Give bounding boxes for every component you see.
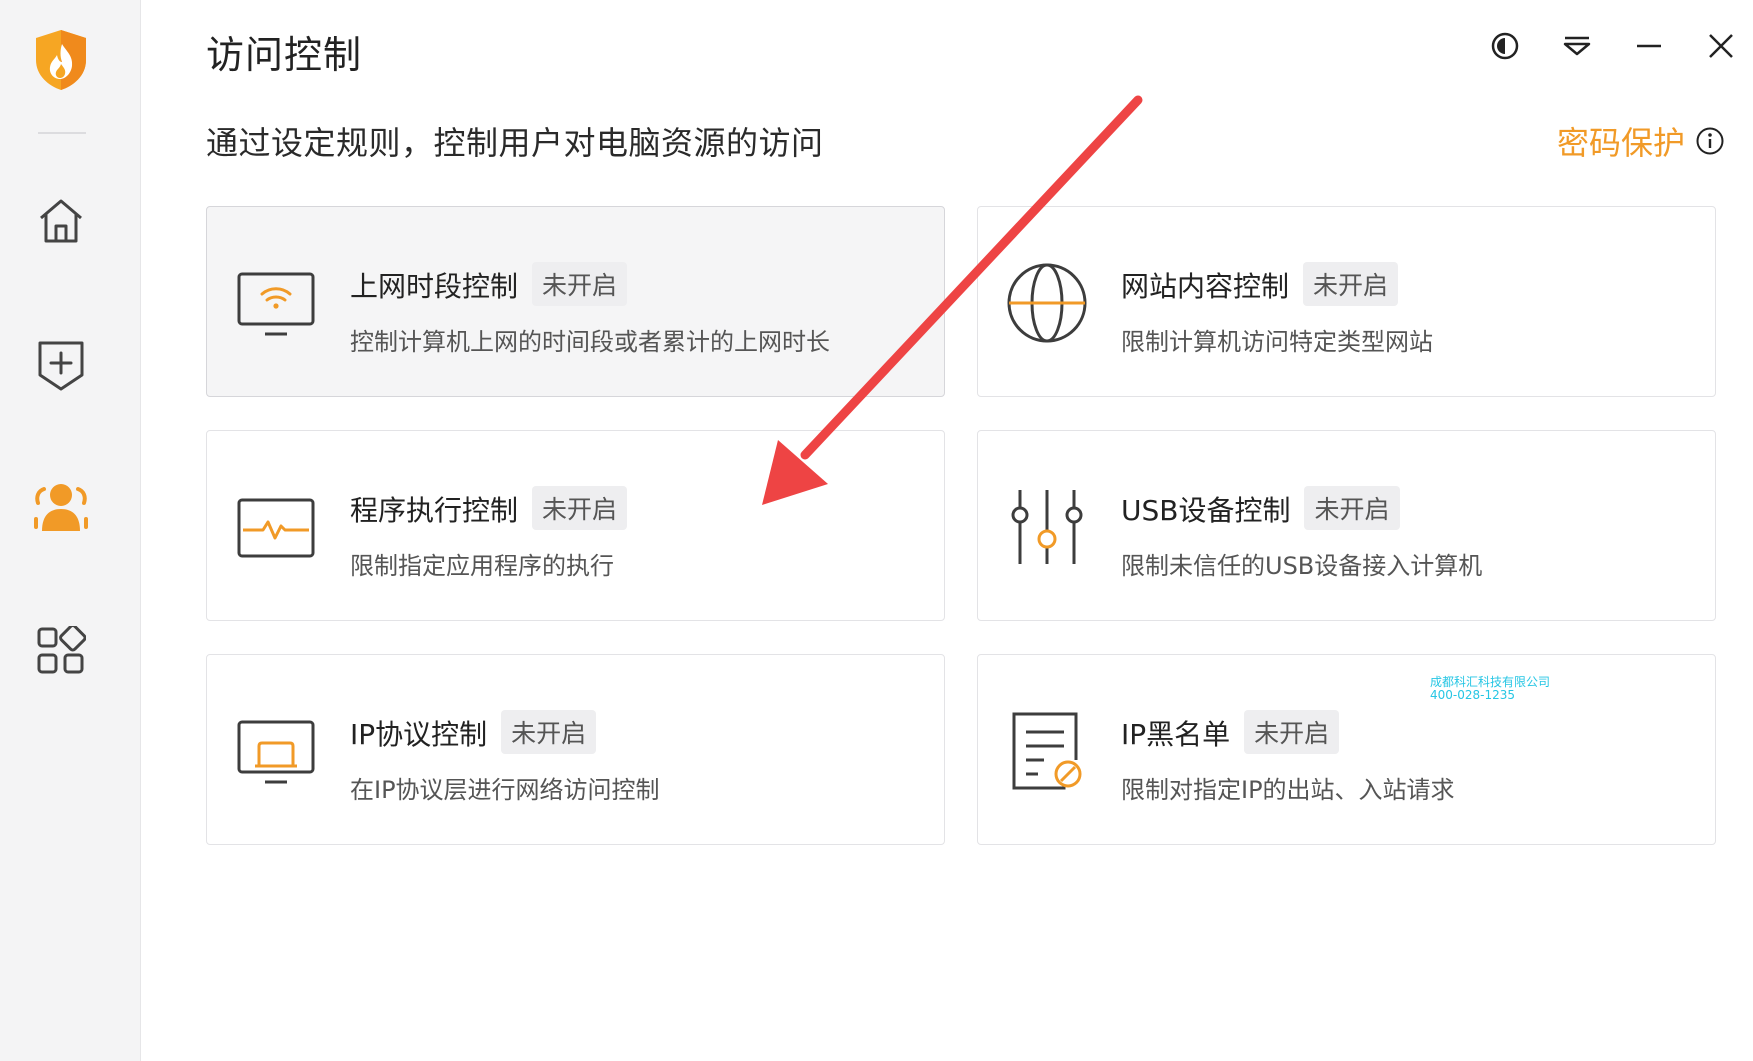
watermark: 成都科汇科技有限公司 400-028-1235 bbox=[1430, 676, 1550, 702]
status-badge: 未开启 bbox=[1244, 710, 1340, 754]
card-title: 上网时段控制 bbox=[350, 270, 519, 303]
card-title: IP协议控制 bbox=[350, 718, 488, 751]
monitor-pulse-icon bbox=[237, 498, 315, 558]
status-badge: 未开启 bbox=[501, 710, 597, 754]
card-description: 限制指定应用程序的执行 bbox=[350, 552, 614, 580]
menu-dropdown-button[interactable] bbox=[1557, 26, 1597, 66]
card-usb-device-control[interactable]: USB设备控制 未开启 限制未信任的USB设备接入计算机 bbox=[977, 430, 1716, 621]
card-ip-blacklist[interactable]: IP黑名单 未开启 限制对指定IP的出站、入站请求 bbox=[977, 654, 1716, 845]
minimize-icon bbox=[1637, 44, 1661, 48]
status-badge: 未开启 bbox=[532, 486, 628, 530]
sidebar-item-access-control[interactable] bbox=[30, 476, 92, 538]
card-program-execution-control[interactable]: 程序执行控制 未开启 限制指定应用程序的执行 bbox=[206, 430, 945, 621]
watermark-line-2: 400-028-1235 bbox=[1430, 688, 1516, 702]
password-protect-label: 密码保护 bbox=[1556, 124, 1685, 162]
status-badge: 未开启 bbox=[532, 262, 628, 306]
card-website-content-control[interactable]: 网站内容控制 未开启 限制计算机访问特定类型网站 bbox=[977, 206, 1716, 397]
app-logo-icon bbox=[33, 28, 89, 92]
theme-toggle-icon bbox=[1491, 32, 1519, 60]
card-title: IP黑名单 bbox=[1121, 718, 1231, 751]
monitor-wifi-icon bbox=[237, 272, 315, 336]
apps-grid-icon bbox=[37, 626, 86, 674]
home-icon bbox=[40, 199, 82, 243]
sliders-icon bbox=[1011, 490, 1083, 564]
card-description: 控制计算机上网的时间段或者累计的上网时长 bbox=[350, 328, 830, 356]
card-description: 在IP协议层进行网络访问控制 bbox=[350, 776, 660, 804]
card-title: USB设备控制 bbox=[1121, 494, 1291, 527]
info-icon[interactable] bbox=[1695, 126, 1725, 156]
sidebar-divider bbox=[38, 132, 86, 134]
status-badge: 未开启 bbox=[1304, 486, 1400, 530]
minimize-button[interactable] bbox=[1629, 26, 1669, 66]
card-description: 限制计算机访问特定类型网站 bbox=[1121, 328, 1433, 356]
menu-dropdown-icon bbox=[1563, 36, 1591, 56]
sidebar-item-apps[interactable] bbox=[30, 620, 92, 682]
card-description: 限制未信任的USB设备接入计算机 bbox=[1121, 552, 1483, 580]
globe-icon bbox=[1007, 263, 1087, 343]
card-title: 网站内容控制 bbox=[1121, 270, 1290, 303]
page-subtitle: 通过设定规则，控制用户对电脑资源的访问 bbox=[206, 124, 824, 162]
card-ip-protocol-control[interactable]: IP协议控制 未开启 在IP协议层进行网络访问控制 bbox=[206, 654, 945, 845]
shield-plus-icon bbox=[38, 341, 84, 391]
status-badge: 未开启 bbox=[1303, 262, 1399, 306]
close-icon bbox=[1709, 34, 1733, 58]
document-block-icon bbox=[1012, 712, 1082, 790]
main-content: 访问控制 通过设定规则，控制用户对电脑资源的访问 密码保护 上网时段控制 未开启… bbox=[141, 0, 1753, 1061]
sidebar-item-home[interactable] bbox=[30, 190, 92, 252]
card-description: 限制对指定IP的出站、入站请求 bbox=[1121, 776, 1455, 804]
users-icon bbox=[34, 484, 88, 531]
card-internet-time-control[interactable]: 上网时段控制 未开启 控制计算机上网的时间段或者累计的上网时长 bbox=[206, 206, 945, 397]
close-button[interactable] bbox=[1701, 26, 1741, 66]
sidebar-item-protection[interactable] bbox=[30, 335, 92, 397]
monitor-window-icon bbox=[237, 720, 315, 784]
sidebar bbox=[0, 0, 141, 1061]
page-title: 访问控制 bbox=[206, 33, 363, 77]
password-protect-link[interactable]: 密码保护 bbox=[1557, 118, 1725, 164]
card-title: 程序执行控制 bbox=[350, 494, 519, 527]
theme-toggle-button[interactable] bbox=[1485, 26, 1525, 66]
